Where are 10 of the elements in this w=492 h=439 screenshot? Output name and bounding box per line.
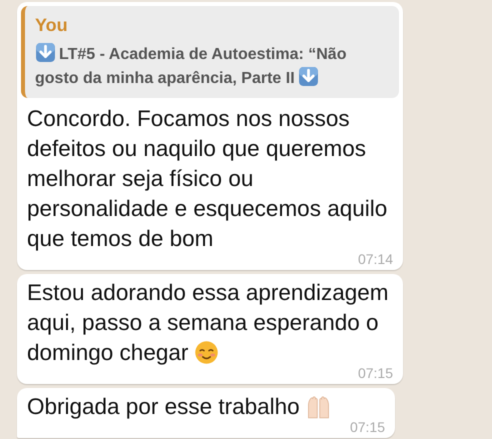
raised-hands-icon: [306, 394, 331, 419]
quote-author: You: [35, 15, 68, 36]
message-text: Estou adorando essa aprendizagem aqui, passo a semana esperando o domingo chegar: [27, 279, 390, 367]
message-time: 07:14: [358, 252, 393, 267]
message-time: 07:15: [358, 366, 393, 381]
smiling-face-icon: [194, 340, 220, 365]
message-text: Obrigada por esse trabalho: [27, 392, 385, 422]
quote-text: LT#5 - Academia de Autoestima: “Não gosto da minha aparência, Parte II: [35, 42, 387, 90]
message-text: Concordo. Focamos nos nossos defeitos ou naquilo que queremos melhorar seja físico ou personalidade e esquecemos aquilo que temos de bom: [27, 105, 388, 253]
message-time: 07:15: [350, 420, 385, 435]
